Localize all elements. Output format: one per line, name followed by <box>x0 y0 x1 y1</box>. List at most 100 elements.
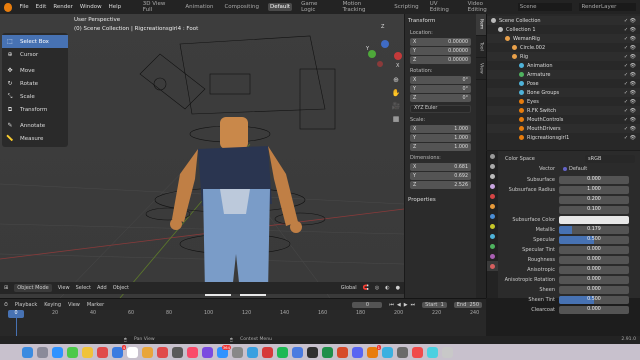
rotation-x-field[interactable]: X 0° <box>410 76 471 84</box>
outliner-item[interactable]: Scene Collection ✓ 👁 <box>487 16 640 25</box>
visibility-toggle-icon[interactable]: ✓ 👁 <box>624 72 636 78</box>
scale-z-field[interactable]: Z 1.000 <box>410 143 471 151</box>
chrome-icon[interactable] <box>382 347 393 358</box>
scene-selector[interactable]: Scene <box>517 3 573 11</box>
settings-icon[interactable] <box>232 347 243 358</box>
location-x-field[interactable]: X 0.00000 <box>410 38 471 46</box>
outliner-item[interactable]: Bone Groups ✓ 👁 <box>487 88 640 97</box>
property-value-field[interactable]: 0.000 <box>559 255 629 264</box>
terminal-icon[interactable] <box>307 347 318 358</box>
menu-help[interactable]: Help <box>109 4 122 10</box>
outliner-item[interactable]: Pose ✓ 👁 <box>487 79 640 88</box>
tool-rotate[interactable]: ↻ Rotate <box>2 77 68 90</box>
render-layer-selector[interactable]: RenderLayer <box>579 3 637 11</box>
jump-start-icon[interactable]: ⏮ <box>389 302 394 308</box>
property-value-field[interactable] <box>559 215 629 224</box>
object-props-icon[interactable] <box>487 201 498 211</box>
camera-icon[interactable]: 🎥 <box>391 100 401 113</box>
tool-props-icon[interactable] <box>487 151 498 161</box>
outliner-item[interactable]: MouthControls ✓ 👁 <box>487 115 640 124</box>
scene-props-icon[interactable] <box>487 181 498 191</box>
outliner-item[interactable]: Circle.002 ✓ 👁 <box>487 43 640 52</box>
outliner-item[interactable]: Rig ✓ 👁 <box>487 52 640 61</box>
property-value-field[interactable]: 0.179 <box>559 225 629 234</box>
menu-view[interactable]: View <box>58 285 70 291</box>
play-reverse-icon[interactable]: ◀ <box>397 302 401 308</box>
location-z-field[interactable]: Z 0.00000 <box>410 56 471 64</box>
app-store-icon[interactable]: 364 <box>217 345 231 358</box>
editor-type-icon[interactable]: ⊞ <box>4 285 8 291</box>
tool-cursor[interactable]: ⊕ Cursor <box>2 48 68 61</box>
tool-scale[interactable]: ⤡ Scale <box>2 90 68 103</box>
visibility-toggle-icon[interactable]: ✓ 👁 <box>624 36 636 42</box>
outliner-item[interactable]: Eyes ✓ 👁 <box>487 97 640 106</box>
dimensions-z-field[interactable]: Z 2.526 <box>410 181 471 189</box>
workspace-tab[interactable]: Motion Tracking <box>341 0 386 14</box>
render-props-icon[interactable] <box>487 161 498 171</box>
playhead[interactable]: 0 <box>8 310 24 318</box>
visibility-toggle-icon[interactable]: ✓ 👁 <box>624 81 636 87</box>
tool-transform[interactable]: ⧉ Transform <box>2 103 68 116</box>
outliner-item[interactable]: Armature ✓ 👁 <box>487 70 640 79</box>
visibility-toggle-icon[interactable]: ✓ 👁 <box>624 90 636 96</box>
property-value-field[interactable]: 0.500 <box>559 295 629 304</box>
safari-icon[interactable] <box>52 347 63 358</box>
blender-logo-icon[interactable] <box>4 2 13 12</box>
modifier-props-icon[interactable] <box>487 211 498 221</box>
tv-icon[interactable] <box>172 347 183 358</box>
tab-view[interactable]: View <box>476 58 486 80</box>
powerpoint-icon[interactable] <box>337 347 348 358</box>
frame-ruler[interactable]: 0 20 40 60 80 100 120 140 160 180 200 220 240 <box>0 310 486 319</box>
tool-annotate[interactable]: ✎ Annotate <box>2 119 68 132</box>
jump-end-icon[interactable]: ⏭ <box>411 302 416 308</box>
outliner-item[interactable]: R.FK Switch ✓ 👁 <box>487 106 640 115</box>
menu-file[interactable]: File <box>19 4 28 10</box>
notes-icon[interactable] <box>82 347 93 358</box>
workspace-tab[interactable]: Scripting <box>392 3 420 11</box>
properties-header[interactable]: Properties <box>408 197 473 205</box>
workspace-tab[interactable]: Video Editing <box>466 0 504 14</box>
youtube-icon[interactable] <box>412 347 423 358</box>
material-props-icon[interactable] <box>487 261 498 271</box>
transform-header[interactable]: Transform <box>408 18 473 26</box>
messages-icon[interactable] <box>67 347 78 358</box>
3d-viewport[interactable]: User Perspective (0) Scene Collection | … <box>0 14 404 298</box>
tab-item[interactable]: Item <box>476 14 486 36</box>
menu-view[interactable]: View <box>68 302 80 308</box>
overlay-icon[interactable]: ◐ <box>385 285 389 291</box>
dimensions-x-field[interactable]: X 0.681 <box>410 163 471 171</box>
property-value-field[interactable]: 0.000 <box>559 275 629 284</box>
tool-select-box[interactable]: ⬚ Select Box <box>2 35 68 48</box>
menu-playback[interactable]: Playback <box>15 302 37 308</box>
world-props-icon[interactable] <box>487 191 498 201</box>
proportional-icon[interactable]: ◎ <box>375 285 379 291</box>
outliner-item[interactable]: MouthDrivers ✓ 👁 <box>487 124 640 133</box>
grid-icon[interactable]: ▦ <box>391 113 401 126</box>
preview-icon[interactable] <box>397 347 408 358</box>
current-frame-field[interactable]: 0 <box>352 301 383 308</box>
menu-marker[interactable]: Marker <box>87 302 104 308</box>
zoom-icon[interactable]: ⊕ <box>391 74 401 87</box>
visibility-toggle-icon[interactable]: ✓ 👁 <box>624 99 636 105</box>
particles-props-icon[interactable] <box>487 221 498 231</box>
excel-icon[interactable] <box>322 347 333 358</box>
editor-type-icon[interactable]: ⏱ <box>4 302 8 308</box>
workspace-tab[interactable]: 3D View Full <box>141 0 177 14</box>
word-icon[interactable] <box>292 347 303 358</box>
visibility-toggle-icon[interactable]: ✓ 👁 <box>624 45 636 51</box>
visibility-toggle-icon[interactable]: ✓ 👁 <box>624 126 636 132</box>
property-value-field[interactable]: 0.200 <box>559 195 629 204</box>
property-value-field[interactable]: 0.000 <box>559 305 629 314</box>
trash-icon[interactable] <box>442 347 453 358</box>
visibility-toggle-icon[interactable]: ✓ 👁 <box>624 63 636 69</box>
location-y-field[interactable]: Y 0.00000 <box>410 47 471 55</box>
menu-select[interactable]: Select <box>76 285 91 291</box>
outliner-item[interactable]: Rigcreationsgirl1 ✓ 👁 <box>487 133 640 142</box>
mode-dropdown[interactable]: Object Mode <box>14 284 52 292</box>
tool-measure[interactable]: 📏 Measure <box>2 132 68 145</box>
property-value-field[interactable]: 1.000 <box>559 185 629 194</box>
outliner-item[interactable]: Collection 1 ✓ 👁 <box>487 25 640 34</box>
scale-y-field[interactable]: Y 1.000 <box>410 134 471 142</box>
workspace-tab[interactable]: UV Editing <box>428 0 459 14</box>
play-icon[interactable]: ▶ <box>404 302 408 308</box>
